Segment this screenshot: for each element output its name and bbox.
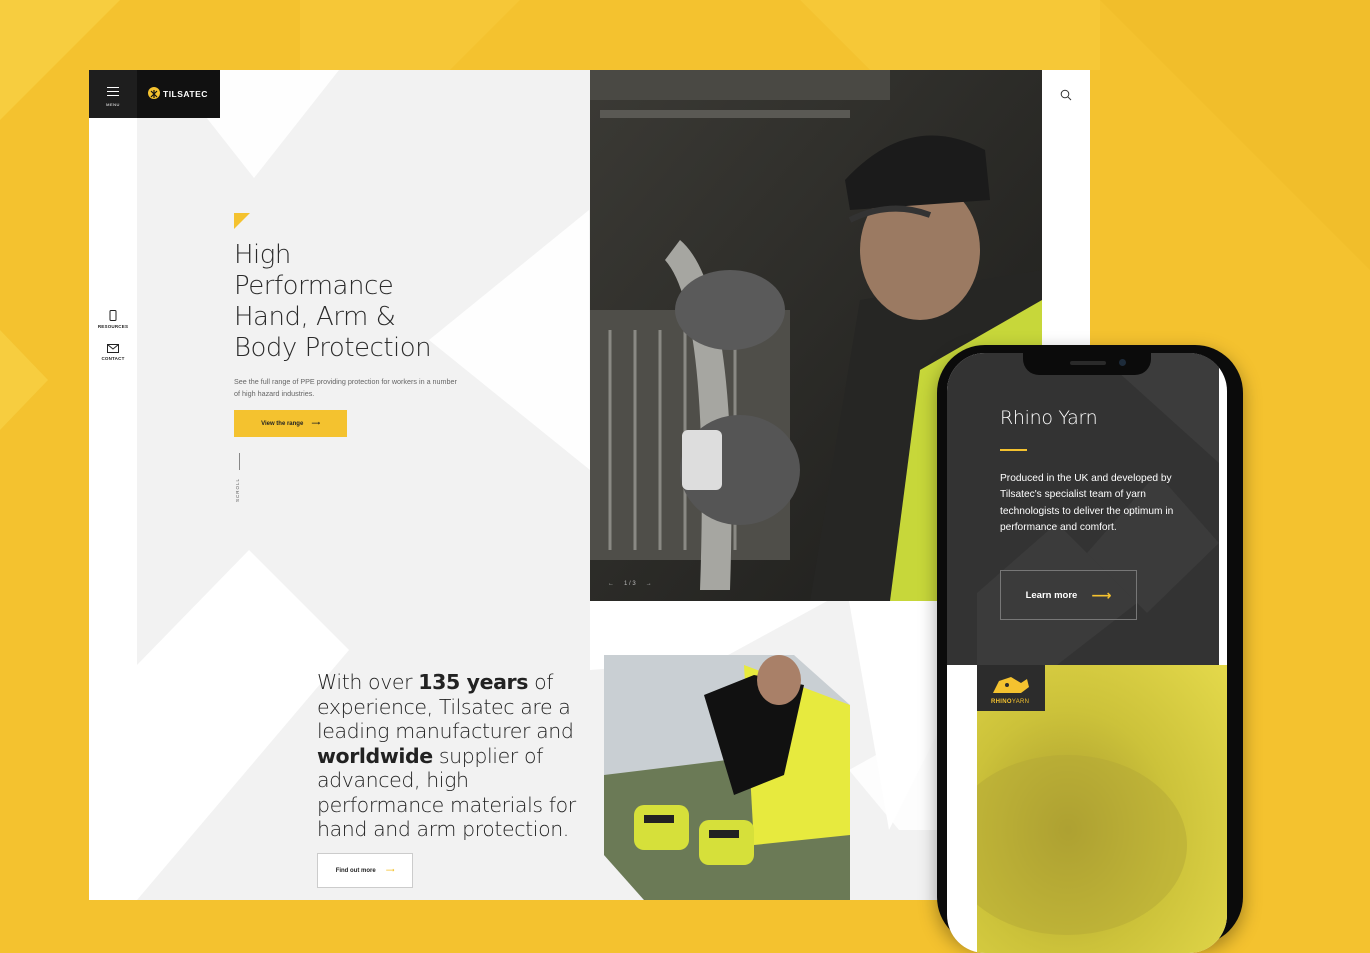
view-range-button[interactable]: View the range ⟶ [234,410,347,437]
sidebar-item-label: CONTACT [101,356,125,361]
rhino-yarn-badge: RHINOYARN [977,665,1045,711]
arrow-right-icon: ⟶ [311,421,320,427]
phone-screen: Rhino Yarn Produced in the UK and develo… [947,353,1227,953]
phone-notch [1023,353,1151,375]
menu-label: MENU [106,102,120,107]
sidebar-item-label: RESOURCES [97,324,129,329]
slide-controls: ← 1 / 3 → [608,581,652,587]
title-rule [1000,449,1027,451]
scroll-indicator[interactable]: SCROLL [235,478,240,502]
sidebar-item-resources[interactable]: RESOURCES [89,310,137,329]
mobile-hero-panel: Rhino Yarn Produced in the UK and develo… [947,353,1219,665]
scroll-line [239,453,240,470]
slide-counter: 1 / 3 [624,581,636,587]
tilsatec-logo[interactable]: TILSATEC [137,70,220,118]
arrow-right-icon: ⟶ [385,868,395,874]
menu-button[interactable]: MENU [89,70,137,118]
learn-more-button[interactable]: Learn more ⟶ [1000,570,1137,620]
find-out-more-button[interactable]: Find out more ⟶ [317,853,413,888]
hamburger-icon [107,87,119,99]
worker-gloves-image [604,655,850,900]
side-rail [89,70,137,900]
arrow-right-icon[interactable]: → [646,581,652,587]
arrow-left-icon[interactable]: ← [608,581,614,587]
mobile-body-text: Produced in the UK and developed by Tils… [1000,473,1174,534]
accent-triangle [234,213,250,229]
speaker [1070,361,1106,365]
phone-icon [109,310,117,321]
camera-icon [1119,359,1126,366]
rhino-logo-icon [993,677,1029,693]
hero-title: High Performance Hand, Arm & Body Protec… [234,240,432,363]
logo-text: TILSATEC [163,89,208,99]
logo-mark-icon [148,87,160,99]
arrow-right-icon: ⟶ [1091,586,1112,603]
recycling-worker-photo [604,655,850,900]
phone-mockup: Rhino Yarn Produced in the UK and develo… [937,345,1243,953]
mail-icon [107,344,119,353]
mobile-title: Rhino Yarn [1000,407,1098,429]
sidebar-item-contact[interactable]: CONTACT [89,344,137,361]
intro-statement: With over 135 years of experience, Tilsa… [317,670,576,841]
rhino-yarn-label: RHINOYARN [991,699,1030,705]
hero-subtitle: See the full range of PPE providing prot… [234,377,457,398]
search-icon[interactable] [1060,89,1072,101]
